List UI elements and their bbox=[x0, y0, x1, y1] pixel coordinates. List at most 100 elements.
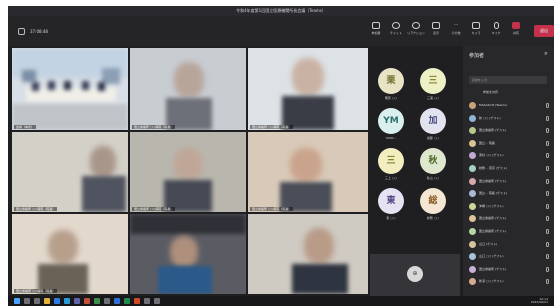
participant-search-input[interactable]: 名前を入力 bbox=[469, 76, 547, 84]
list-item[interactable]: 国立療養所 (ゲスト) bbox=[467, 176, 551, 189]
avatar[interactable]: 総 bbox=[420, 188, 446, 214]
avatar[interactable]: 秋 bbox=[420, 148, 446, 174]
start-icon[interactable] bbox=[14, 298, 20, 304]
more-icon: ··· bbox=[453, 22, 459, 28]
share-icon bbox=[512, 22, 520, 29]
chat-button[interactable]: チャット bbox=[386, 22, 406, 44]
tile-name-tag: 国立療養所 ○○病院（院長） bbox=[132, 207, 176, 211]
avatar-column: 栗 栗原 ○○ 三 三浦 ○○ YM YAMA... 加 加藤 ○○ 三 三上 … bbox=[370, 64, 460, 224]
mic-icon bbox=[546, 165, 549, 171]
app-icon[interactable] bbox=[84, 298, 90, 304]
list-item[interactable]: 総務... 東京 (ゲスト) bbox=[467, 163, 551, 176]
mic-icon bbox=[493, 22, 499, 29]
mic-icon bbox=[546, 103, 549, 108]
view-button[interactable]: 表示 bbox=[426, 22, 446, 44]
avatar-name: 東 ○○ bbox=[386, 216, 396, 220]
video-tile[interactable] bbox=[248, 214, 368, 294]
word-icon[interactable] bbox=[114, 298, 120, 304]
list-item[interactable]: 国立療養所 (ゲスト) bbox=[467, 226, 551, 239]
mic-icon bbox=[546, 254, 549, 260]
avatar-name: 三上 ○○ bbox=[384, 176, 398, 180]
excel-icon[interactable] bbox=[124, 298, 130, 304]
video-tile[interactable]: 会場（本省） bbox=[12, 48, 128, 130]
avatar bbox=[469, 114, 476, 122]
avatar bbox=[469, 190, 476, 198]
share-invite-link[interactable]: 参加を共有 bbox=[483, 90, 498, 94]
avatar bbox=[469, 215, 476, 223]
avatar[interactable]: 三 bbox=[420, 68, 446, 94]
app-icon[interactable] bbox=[144, 298, 150, 304]
avatar bbox=[469, 253, 476, 261]
shield-icon bbox=[18, 28, 25, 35]
mail-icon[interactable] bbox=[64, 298, 70, 304]
search-icon[interactable] bbox=[24, 298, 30, 304]
camera-icon bbox=[472, 22, 480, 29]
close-icon[interactable]: × bbox=[544, 51, 548, 57]
avatar[interactable]: YM bbox=[378, 108, 404, 134]
list-item[interactable]: 国立... 院長 bbox=[467, 138, 551, 151]
list-item[interactable]: 新潟 ○○ (ゲスト) bbox=[467, 276, 551, 289]
tile-name-tag: 国立療養所 ○○病院（院長） bbox=[250, 125, 294, 129]
avatar[interactable]: 東 bbox=[378, 188, 404, 214]
video-tile[interactable]: 国立療養所 ○○病院（院長） bbox=[130, 132, 246, 212]
expand-icon: ⊕ bbox=[407, 266, 423, 282]
avatar[interactable]: 栗 bbox=[378, 68, 404, 94]
avatar bbox=[469, 152, 476, 160]
app-icon[interactable] bbox=[104, 298, 110, 304]
meeting-toolbar: 37:08:48 参加者 チャット リアクション 表示 ··· その他 カメラ … bbox=[8, 16, 554, 46]
avatar bbox=[469, 127, 476, 135]
avatar-name: YAMA... bbox=[385, 136, 397, 140]
tile-name-tag: 国立療養所 ○○病院（院長） bbox=[132, 125, 176, 129]
video-tile[interactable]: 国立療養所 ○○病院（院長） bbox=[12, 214, 128, 294]
camera-button[interactable]: カメラ bbox=[466, 22, 486, 44]
participant-list: MASAKI.M (Teams) 新 ○○ (ゲスト) 国立療養所 (ゲスト) … bbox=[467, 100, 551, 289]
more-participants-tile[interactable]: ⊕ bbox=[370, 254, 460, 300]
mic-icon bbox=[546, 279, 549, 285]
list-item[interactable]: 東村 ○○ (ゲスト) bbox=[467, 150, 551, 163]
powerpoint-icon[interactable] bbox=[134, 298, 140, 304]
avatar[interactable]: 加 bbox=[420, 108, 446, 134]
list-item[interactable]: 国立療養所 (ゲスト) bbox=[467, 213, 551, 226]
chat-icon bbox=[392, 22, 400, 29]
mic-button[interactable]: マイク bbox=[486, 22, 506, 44]
video-tile[interactable]: 国立療養所 ○○病院（院長） bbox=[248, 48, 368, 130]
avatar bbox=[469, 265, 476, 273]
avatar bbox=[469, 227, 476, 235]
app-icon[interactable] bbox=[94, 298, 100, 304]
video-tile[interactable]: 国立療養所 ○○病院（院長） bbox=[12, 132, 128, 212]
folder-icon[interactable] bbox=[44, 298, 50, 304]
tile-name-tag: 国立療養所 ○○病院（院長） bbox=[14, 289, 58, 293]
tile-name-tag: 国立療養所 ○○病院（院長） bbox=[250, 207, 294, 211]
teams-icon[interactable] bbox=[74, 298, 80, 304]
list-item[interactable]: 沖縄 ○○ (ゲスト) bbox=[467, 201, 551, 214]
avatar bbox=[469, 240, 476, 248]
participants-button[interactable]: 参加者 bbox=[366, 22, 386, 44]
reaction-icon bbox=[412, 22, 420, 29]
browser-icon[interactable] bbox=[54, 298, 60, 304]
mic-icon bbox=[546, 241, 549, 247]
app-icon[interactable] bbox=[154, 298, 160, 304]
task-view-icon[interactable] bbox=[34, 298, 40, 304]
video-tile[interactable]: 国立療養所 ○○病院（院長） bbox=[130, 48, 246, 130]
leave-button[interactable]: 退出 bbox=[534, 25, 554, 37]
list-item[interactable]: 国立... 院長 (ゲスト) bbox=[467, 188, 551, 201]
mic-icon bbox=[546, 115, 549, 121]
list-item[interactable]: MASAKI.M (Teams) bbox=[467, 100, 551, 113]
avatar bbox=[469, 177, 476, 185]
reaction-button[interactable]: リアクション bbox=[406, 22, 426, 44]
list-item[interactable]: 山口 (ゲスト) bbox=[467, 239, 551, 252]
more-button[interactable]: ··· その他 bbox=[446, 22, 466, 44]
avatar bbox=[469, 278, 476, 286]
video-tile[interactable] bbox=[130, 214, 246, 294]
avatar[interactable]: 三 bbox=[378, 148, 404, 174]
mic-icon bbox=[546, 228, 549, 234]
view-icon bbox=[432, 22, 440, 29]
teams-window: 令和4年度第1回国立医療機関所長会議（Teams） 37:08:48 参加者 チ… bbox=[8, 6, 554, 306]
mic-icon bbox=[546, 191, 549, 197]
share-button[interactable]: 共有 bbox=[506, 22, 526, 44]
list-item[interactable]: 新 ○○ (ゲスト) bbox=[467, 113, 551, 126]
list-item[interactable]: 山口 ○○ (ゲスト) bbox=[467, 251, 551, 264]
list-item[interactable]: 国立療養所 (ゲスト) bbox=[467, 125, 551, 138]
video-tile[interactable]: 国立療養所 ○○病院（院長） bbox=[248, 132, 368, 212]
list-item[interactable]: 国立療養所 (ゲスト) bbox=[467, 264, 551, 277]
